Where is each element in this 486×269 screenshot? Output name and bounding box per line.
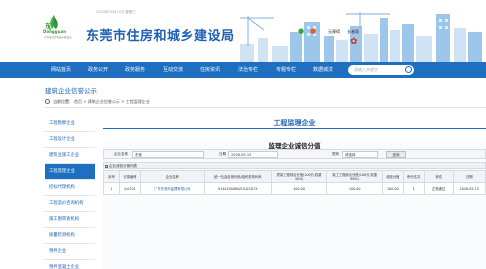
page: 2024年05月15日 星期三 东莞 Dongguan 东莞市住房和城乡建设局 … — [0, 0, 486, 269]
cell-quality-score: 100.00 — [270, 182, 328, 195]
nav-special-column[interactable]: 专题专栏 — [276, 62, 296, 78]
emblem-icon: ✿ — [350, 37, 358, 47]
breadcrumb: 当前位置: 首页 > 建筑企业信誉公示 > 工程监理企业 — [45, 98, 486, 108]
elder-mode-link[interactable]: 长者版 — [347, 29, 359, 35]
weibo-icon[interactable]: ● — [310, 27, 316, 35]
skyline-illustration — [240, 10, 486, 62]
nav-home[interactable]: 网站首页 — [51, 62, 71, 78]
title-divider — [103, 128, 486, 129]
list-icon — [105, 164, 108, 168]
column-header: 日期 — [452, 170, 486, 183]
search-box[interactable]: 请输入关键字 — [348, 65, 414, 75]
date-filter-label: 日期 — [219, 152, 226, 156]
query-button[interactable]: 查询 — [386, 151, 406, 158]
column-header: 竣工工程综合分值(100分,权重60%) — [326, 170, 383, 183]
nav-housing-news[interactable]: 住房资讯 — [200, 62, 220, 78]
search-icon[interactable] — [405, 66, 412, 73]
sidebar-item-supervision[interactable]: 工程监理企业 — [45, 164, 95, 180]
column-header: 状态 — [423, 170, 454, 183]
wechat-icon[interactable]: ● — [298, 27, 304, 35]
cell-rank: 1 — [402, 182, 425, 195]
nav-data[interactable]: 数据城汶 — [313, 62, 333, 78]
column-header: 积分名次 — [402, 170, 425, 183]
cell-index: 1 — [102, 182, 121, 195]
column-header: 诚信分值 — [381, 170, 404, 183]
credit-table: 序号 记录编号 企业名称 统一社会信用代码/组织机构代码 质量工程综合分值(10… — [102, 170, 486, 195]
cell-company-link[interactable]: 广东东莞市监理有限公司 — [140, 182, 205, 195]
sidebar-item-bidding-agency[interactable]: 招标代理机构 — [45, 180, 95, 196]
category-filter-label: 类别 — [332, 152, 339, 156]
name-filter-label: 企业名称 — [114, 152, 128, 156]
main-nav: 网站首页 政务公开 政务服务 互动交流 住房资讯 法治专栏 专题专栏 数据城汶 … — [0, 62, 486, 78]
location-icon — [45, 99, 50, 104]
company-name-input[interactable]: 东莞 — [132, 151, 204, 158]
sidebar-item-drawing-review[interactable]: 施工图审查机构 — [45, 212, 95, 228]
site-title[interactable]: 东莞市住房和城乡建设局 — [86, 25, 235, 44]
column-header: 质量工程综合分值(100分,权重40%) — [270, 170, 328, 183]
nav-gov-service[interactable]: 政务服务 — [125, 62, 145, 78]
logo-text-en: Dongguan — [43, 29, 67, 34]
nav-gov-info[interactable]: 政务公开 — [88, 62, 108, 78]
sidebar-item-design[interactable]: 工程设计企业 — [45, 132, 95, 148]
cell-credit-score: 100.00 — [381, 182, 404, 195]
cell-status: 正常通过 — [423, 182, 454, 195]
cell-completion-score: 100.00 — [326, 182, 383, 195]
list-header-label: 企业诚信分值列表 — [109, 164, 137, 168]
site-header: 2024年05月15日 星期三 东莞 Dongguan 东莞市住房和城乡建设局 … — [0, 0, 486, 62]
table-header-row: 序号 记录编号 企业名称 统一社会信用代码/组织机构代码 质量工程综合分值(10… — [102, 170, 486, 183]
logo-subtitle: 东莞市住房和城乡建设局 — [44, 36, 72, 39]
category-select[interactable]: 请选择 — [342, 151, 378, 158]
sidebar-item-premix-concrete[interactable]: 预拌混凝土企业 — [45, 260, 95, 269]
column-header: 企业名称 — [140, 170, 205, 183]
section-title: 建筑企业信誉公示 — [45, 87, 97, 95]
page-title: 工程监理企业 — [273, 119, 316, 127]
sidebar-item-survey[interactable]: 工程勘察企业 — [45, 116, 95, 132]
cell-date: 2026-05-15 — [452, 182, 486, 195]
nav-interaction[interactable]: 互动交流 — [163, 62, 183, 78]
cell-record-no: JL0701 — [119, 182, 142, 195]
header-date: 2024年05月15日 星期三 — [96, 10, 136, 14]
column-header: 记录编号 — [119, 170, 142, 183]
sidebar-item-quality-testing[interactable]: 质量检测机构 — [45, 228, 95, 244]
table-row: 1 JL0701 广东东莞市监理有限公司 91441900MA51LD2D7X … — [102, 182, 486, 195]
sidebar-item-premix[interactable]: 预拌企业 — [45, 244, 95, 260]
column-header: 统一社会信用代码/组织机构代码 — [203, 170, 272, 183]
cell-credit-code: 91441900MA51LD2D7X — [203, 182, 272, 195]
column-header: 序号 — [102, 170, 121, 183]
breadcrumb-path[interactable]: 首页 > 建筑企业信誉公示 > 工程监理企业 — [74, 99, 150, 105]
nav-law-column[interactable]: 法治专栏 — [238, 62, 258, 78]
sidebar-item-cost-consulting[interactable]: 工程造价咨询机构 — [45, 196, 95, 212]
breadcrumb-label: 当前位置: — [53, 99, 71, 104]
accessibility-link[interactable]: 无障碍 — [328, 29, 340, 35]
sidebar-item-construction[interactable]: 建筑业施工企业 — [45, 148, 95, 164]
list-header: 企业诚信分值列表 — [103, 162, 486, 169]
search-input[interactable]: 请输入关键字 — [354, 67, 378, 73]
filter-bar: 企业名称 东莞 日期 2026-05-15 类别 请选择 查询 — [103, 149, 486, 159]
date-input[interactable]: 2026-05-15 — [228, 151, 278, 158]
credit-panel: 监理企业诚信分值 企业名称 东莞 日期 2026-05-15 类别 请选择 查询… — [102, 140, 486, 269]
sidebar: 工程勘察企业 工程设计企业 建筑业施工企业 工程监理企业 招标代理机构 工程造价… — [45, 116, 95, 269]
